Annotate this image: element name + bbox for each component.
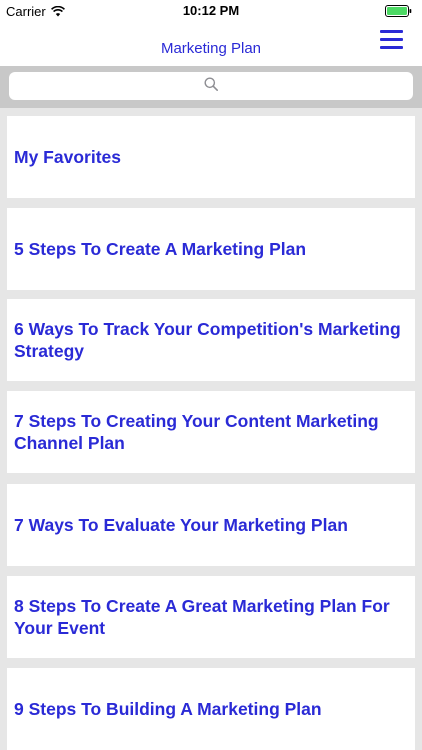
list-item-label: 7 Steps To Creating Your Content Marketi… bbox=[14, 411, 379, 453]
list-item[interactable]: 7 Steps To Creating Your Content Marketi… bbox=[7, 391, 415, 473]
list-item-label: 6 Ways To Track Your Competition's Marke… bbox=[14, 319, 401, 361]
nav-bar: Marketing Plan bbox=[0, 22, 422, 66]
search-icon bbox=[204, 77, 218, 96]
status-time: 10:12 PM bbox=[182, 3, 240, 18]
page-title: Marketing Plan bbox=[160, 40, 262, 57]
list-item-label: 7 Ways To Evaluate Your Marketing Plan bbox=[14, 515, 348, 535]
list-item-my-favorites[interactable]: My Favorites bbox=[7, 116, 415, 198]
list-item-label: 5 Steps To Create A Marketing Plan bbox=[14, 239, 307, 259]
list-item-label: My Favorites bbox=[14, 147, 121, 167]
search-input[interactable] bbox=[9, 72, 413, 100]
list-item[interactable]: 5 Steps To Create A Marketing Plan bbox=[7, 208, 415, 290]
list-item-label: 9 Steps To Building A Marketing Plan bbox=[14, 699, 322, 719]
battery-icon bbox=[385, 5, 412, 17]
list-item[interactable]: 9 Steps To Building A Marketing Plan bbox=[7, 668, 415, 750]
list-item[interactable]: 8 Steps To Create A Great Marketing Plan… bbox=[7, 576, 415, 658]
list-item[interactable]: 6 Ways To Track Your Competition's Marke… bbox=[7, 299, 415, 381]
list-item[interactable]: 7 Ways To Evaluate Your Marketing Plan bbox=[7, 484, 415, 566]
topic-list: My Favorites 5 Steps To Create A Marketi… bbox=[0, 108, 422, 750]
list-item-label: 8 Steps To Create A Great Marketing Plan… bbox=[14, 596, 390, 638]
search-bar bbox=[0, 66, 422, 108]
menu-icon[interactable] bbox=[380, 30, 403, 50]
status-bar: Carrier 10:12 PM bbox=[0, 0, 422, 22]
